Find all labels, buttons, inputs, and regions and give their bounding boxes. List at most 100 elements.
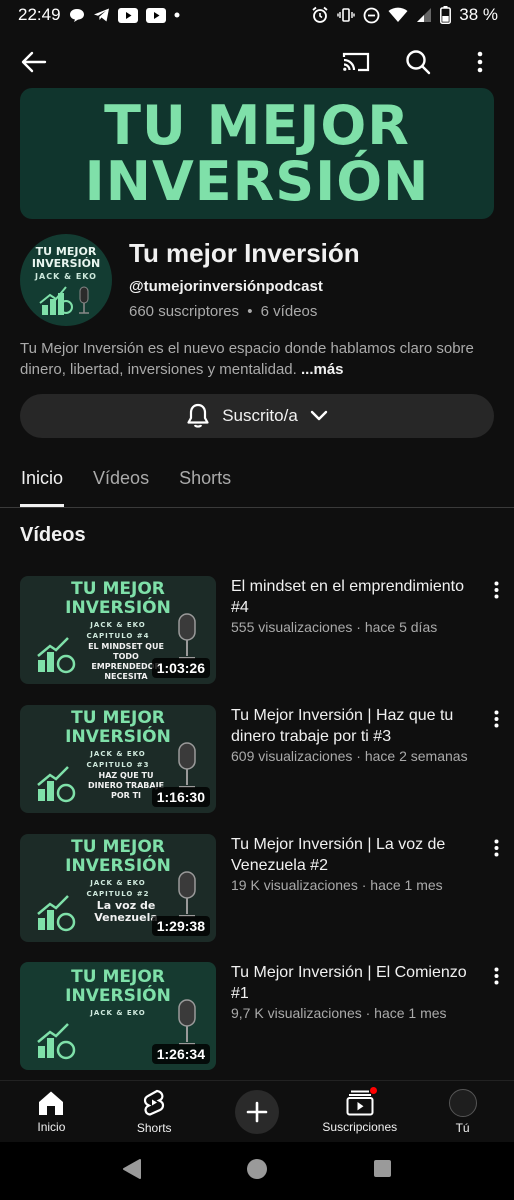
channel-handle: @tumejorinversiónpodcast xyxy=(129,278,323,295)
channel-description[interactable]: Tu Mejor Inversión es el nuevo espacio d… xyxy=(20,338,494,380)
system-recents-button[interactable] xyxy=(373,1159,392,1183)
video-duration: 1:26:34 xyxy=(151,1044,210,1064)
signal-icon xyxy=(416,7,432,23)
create-button[interactable] xyxy=(234,1089,279,1134)
thumb-title-line2: INVERSIÓN xyxy=(65,598,171,618)
banner-text-line2: INVERSIÓN xyxy=(84,149,430,213)
nav-shorts[interactable]: Shorts xyxy=(109,1089,199,1135)
growth-chart-icon xyxy=(39,286,89,315)
subscribe-button[interactable]: Suscrito/a xyxy=(20,394,494,438)
video-duration: 1:03:26 xyxy=(151,658,210,678)
video-menu-button[interactable] xyxy=(486,578,506,602)
search-button[interactable] xyxy=(396,40,440,84)
back-button[interactable] xyxy=(12,40,56,84)
video-thumbnail[interactable]: TU MEJOR INVERSIÓN JACK & EKO 1:26:34 xyxy=(20,962,216,1070)
microphone-icon xyxy=(178,999,196,1045)
system-back-button[interactable] xyxy=(122,1158,142,1185)
thumb-title-line1: TU MEJOR xyxy=(71,837,165,857)
thumb-subtitle: JACK & EKO xyxy=(90,879,146,887)
stats-separator: • xyxy=(247,303,253,320)
bottom-navigation: Inicio Shorts Suscripciones Tú xyxy=(0,1080,514,1142)
video-item[interactable]: TU MEJOR INVERSIÓN JACK & EKO 1:26:34 Tu… xyxy=(20,962,514,1070)
microphone-icon xyxy=(178,613,196,659)
video-count: 6 vídeos xyxy=(260,303,318,320)
video-title[interactable]: Tu Mejor Inversión | La voz de Venezuela… xyxy=(231,834,481,876)
video-meta: 9,7 K visualizaciones · hace 1 mes xyxy=(231,1005,447,1021)
nav-subscriptions[interactable]: Suscripciones xyxy=(315,1085,405,1134)
video-thumbnail[interactable]: TU MEJOR INVERSIÓN JACK & EKO CAPITULO #… xyxy=(20,834,216,942)
video-menu-button[interactable] xyxy=(486,964,506,988)
back-arrow-icon xyxy=(21,51,47,73)
section-title: Vídeos xyxy=(20,524,86,546)
more-vert-icon xyxy=(494,710,498,728)
video-meta: 19 K visualizaciones · hace 1 mes xyxy=(231,877,443,893)
video-title[interactable]: El mindset en el emprendimiento #4 xyxy=(231,576,481,618)
system-navigation xyxy=(0,1142,514,1200)
you-avatar xyxy=(448,1088,477,1117)
video-duration: 1:29:38 xyxy=(151,916,210,936)
youtube-icon xyxy=(117,7,138,23)
channel-avatar[interactable]: TU MEJOR INVERSIÓN JACK & EKO xyxy=(20,234,112,326)
video-duration: 1:16:30 xyxy=(151,787,210,807)
cast-button[interactable] xyxy=(334,40,378,84)
video-item[interactable]: TU MEJOR INVERSIÓN JACK & EKO CAPITULO #… xyxy=(20,705,514,813)
video-title[interactable]: Tu Mejor Inversión | El Comienzo #1 xyxy=(231,962,481,1004)
circle-home-icon xyxy=(247,1158,268,1179)
nav-home[interactable]: Inicio xyxy=(6,1090,96,1134)
growth-chart-icon xyxy=(37,895,76,932)
search-icon xyxy=(406,50,431,75)
more-vert-icon xyxy=(494,967,498,985)
more-notifications-dot-icon xyxy=(174,12,180,18)
chevron-down-icon xyxy=(310,410,327,421)
thumb-chapter: CAPITULO #3 xyxy=(86,761,150,769)
video-title[interactable]: Tu Mejor Inversión | Haz que tu dinero t… xyxy=(231,705,481,747)
thumb-title-line1: TU MEJOR xyxy=(71,579,165,599)
tab-videos[interactable]: Vídeos xyxy=(78,458,164,498)
description-more-link[interactable]: ...más xyxy=(301,361,344,378)
thumb-title-line1: TU MEJOR xyxy=(71,967,165,987)
avatar-text-line2: INVERSIÓN xyxy=(31,257,101,270)
thumb-title-line2: INVERSIÓN xyxy=(65,856,171,876)
more-options-button[interactable] xyxy=(458,40,502,84)
microphone-icon xyxy=(178,871,196,917)
microphone-icon xyxy=(178,742,196,788)
thumb-chapter: CAPITULO #4 xyxy=(86,632,150,640)
thumb-title-line2: INVERSIÓN xyxy=(65,727,171,747)
video-meta: 555 visualizaciones · hace 5 días xyxy=(231,619,438,635)
tab-shorts[interactable]: Shorts xyxy=(164,458,246,498)
status-bar: 22:49 38 % xyxy=(0,0,514,30)
video-menu-button[interactable] xyxy=(486,707,506,731)
description-text: Tu Mejor Inversión es el nuevo espacio d… xyxy=(20,340,474,378)
thumb-subtitle: JACK & EKO xyxy=(90,750,146,758)
system-home-button[interactable] xyxy=(246,1158,268,1185)
subscribe-label: Suscrito/a xyxy=(222,406,298,425)
thumb-subtitle: JACK & EKO xyxy=(90,1009,146,1017)
nav-home-label: Inicio xyxy=(37,1119,66,1134)
nav-subscriptions-label: Suscripciones xyxy=(322,1119,398,1134)
wifi-icon xyxy=(388,7,408,23)
nav-create[interactable] xyxy=(212,1089,302,1134)
vibrate-icon xyxy=(337,6,355,24)
more-vert-icon xyxy=(494,839,498,857)
avatar-text-line3: JACK & EKO xyxy=(35,272,97,281)
nav-you-label: Tú xyxy=(455,1120,470,1135)
video-item[interactable]: TU MEJOR INVERSIÓN JACK & EKO CAPITULO #… xyxy=(20,834,514,942)
video-thumbnail[interactable]: TU MEJOR INVERSIÓN JACK & EKO CAPITULO #… xyxy=(20,705,216,813)
video-item[interactable]: TU MEJOR INVERSIÓN JACK & EKO CAPITULO #… xyxy=(20,576,514,684)
notification-dot xyxy=(368,1085,378,1095)
video-meta: 609 visualizaciones · hace 2 semanas xyxy=(231,748,468,764)
plus-icon xyxy=(246,1101,268,1122)
telegram-icon xyxy=(93,7,110,23)
video-thumbnail[interactable]: TU MEJOR INVERSIÓN JACK & EKO CAPITULO #… xyxy=(20,576,216,684)
video-menu-button[interactable] xyxy=(486,836,506,860)
battery-percent: 38 % xyxy=(459,5,498,24)
channel-stats: 660 suscriptores • 6 vídeos xyxy=(129,303,317,320)
status-time: 22:49 xyxy=(18,5,61,24)
tab-inicio[interactable]: Inicio xyxy=(6,458,78,507)
home-icon xyxy=(39,1091,64,1115)
growth-chart-icon xyxy=(37,766,76,803)
growth-chart-icon xyxy=(37,1023,76,1060)
nav-you[interactable]: Tú xyxy=(418,1088,508,1135)
app-bar xyxy=(0,38,514,86)
channel-tabs: Inicio Vídeos Shorts xyxy=(0,458,514,508)
